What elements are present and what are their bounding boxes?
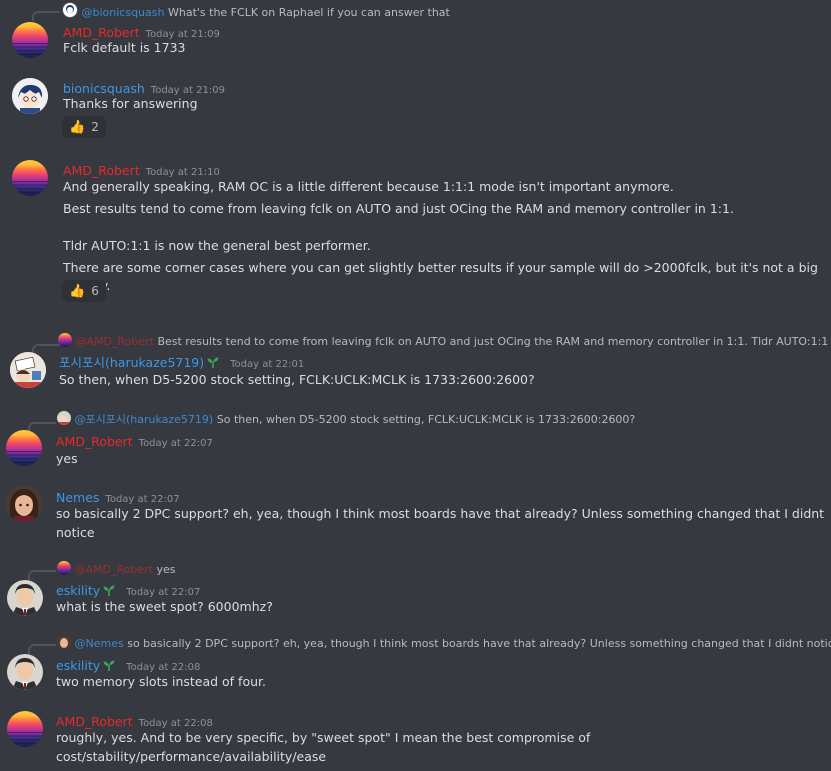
reaction-button[interactable]: 👍 6 xyxy=(62,280,106,302)
reply-avatar xyxy=(62,2,78,18)
author-name[interactable]: AMD_Robert xyxy=(63,163,140,178)
avatar[interactable] xyxy=(7,711,43,747)
message-header: eskility Today at 22:07 xyxy=(56,580,200,599)
message-text: what is the sweet spot? 6000mhz? xyxy=(56,599,273,614)
author-name[interactable]: AMD_Robert xyxy=(56,714,133,729)
author-name[interactable]: AMD_Robert xyxy=(56,434,133,449)
message-line: roughly, yes. And to be very specific, b… xyxy=(56,730,591,745)
avatar[interactable] xyxy=(6,430,42,466)
message-header: Nemes Today at 22:07 xyxy=(56,487,180,506)
avatar[interactable] xyxy=(10,352,46,388)
message-line: cost/stability/performance/availability/… xyxy=(56,749,327,764)
message-text: Fclk default is 1733 xyxy=(63,40,186,55)
message-line: There are some corner cases where you ca… xyxy=(63,260,818,293)
timestamp: Today at 22:01 xyxy=(230,359,305,370)
message-line: notice xyxy=(56,525,95,540)
reply-mention[interactable]: @AMD_Robert xyxy=(75,563,153,576)
timestamp: Today at 22:07 xyxy=(138,438,213,449)
message-text: Thanks for answering xyxy=(63,96,198,111)
reply-connector xyxy=(28,644,56,654)
sprout-badge-icon xyxy=(102,657,116,671)
reply-text: Best results tend to come from leaving f… xyxy=(157,335,831,348)
message-header: 포시포시(harukaze5719) Today at 22:01 xyxy=(59,352,304,371)
message-line: so basically 2 DPC support? eh, yea, tho… xyxy=(56,506,825,521)
author-name[interactable]: 포시포시(harukaze5719) xyxy=(59,355,204,370)
message-header: AMD_Robert Today at 21:10 xyxy=(63,160,220,179)
avatar[interactable] xyxy=(7,654,43,690)
author-name[interactable]: bionicsquash xyxy=(63,81,145,96)
reply-text: yes xyxy=(156,563,176,576)
reaction-button[interactable]: 👍 2 xyxy=(62,116,106,138)
avatar[interactable] xyxy=(12,78,48,114)
avatar[interactable] xyxy=(6,486,42,522)
avatar[interactable] xyxy=(12,22,48,58)
reply-mention[interactable]: @Nemes xyxy=(75,637,124,650)
author-name[interactable]: Nemes xyxy=(56,490,99,505)
thumbs-up-icon: 👍 xyxy=(69,283,86,299)
reply-connector xyxy=(28,570,56,580)
reply-preview[interactable]: @Nemes so basically 2 DPC support? eh, y… xyxy=(57,635,831,650)
author-name[interactable]: AMD_Robert xyxy=(63,25,140,40)
reply-connector xyxy=(32,344,60,354)
timestamp: Today at 22:08 xyxy=(138,718,213,729)
reply-preview[interactable]: @AMD_Robert yes xyxy=(57,561,175,576)
reaction-count: 2 xyxy=(91,120,99,134)
message-text: yes xyxy=(56,451,78,466)
reply-preview[interactable]: @포시포시(harukaze5719) So then, when D5-520… xyxy=(57,411,635,427)
message-text: two memory slots instead of four. xyxy=(56,674,266,689)
reply-mention[interactable]: @AMD_Robert xyxy=(76,335,154,348)
message-header: AMD_Robert Today at 22:07 xyxy=(56,431,213,450)
avatar[interactable] xyxy=(12,160,48,196)
reply-avatar xyxy=(58,333,72,347)
message-header: AMD_Robert Today at 22:08 xyxy=(56,711,213,730)
reply-connector xyxy=(28,422,56,432)
message-text: So then, when D5-5200 stock setting, FCL… xyxy=(59,372,535,387)
reply-avatar xyxy=(57,561,71,575)
avatar[interactable] xyxy=(7,580,43,616)
message-line: And generally speaking, RAM OC is a litt… xyxy=(63,179,674,194)
timestamp: Today at 22:07 xyxy=(105,494,180,505)
message-header: eskility Today at 22:08 xyxy=(56,655,200,674)
reply-mention[interactable]: @포시포시(harukaze5719) xyxy=(75,413,214,426)
timestamp: Today at 21:10 xyxy=(145,167,220,178)
reply-avatar xyxy=(57,411,71,425)
reply-mention[interactable]: @bionicsquash xyxy=(82,6,165,19)
timestamp: Today at 22:07 xyxy=(126,587,201,598)
message-line: Tldr AUTO:1:1 is now the general best pe… xyxy=(63,238,371,253)
author-name[interactable]: eskility xyxy=(56,583,100,598)
reply-text: So then, when D5-5200 stock setting, FCL… xyxy=(216,413,636,426)
thumbs-up-icon: 👍 xyxy=(69,119,86,135)
timestamp: Today at 22:08 xyxy=(126,662,201,673)
reaction-count: 6 xyxy=(91,284,99,298)
message-line: Best results tend to come from leaving f… xyxy=(63,201,734,216)
reply-preview[interactable]: @bionicsquash What's the FCLK on Raphael… xyxy=(62,2,450,19)
reply-text: so basically 2 DPC support? eh, yea, tho… xyxy=(127,637,831,650)
reply-connector xyxy=(32,11,60,21)
reply-avatar xyxy=(57,635,71,649)
author-name[interactable]: eskility xyxy=(56,658,100,673)
reply-text: What's the FCLK on Raphael if you can an… xyxy=(167,6,450,19)
sprout-badge-icon xyxy=(206,354,220,368)
reply-preview[interactable]: @AMD_Robert Best results tend to come fr… xyxy=(58,333,831,348)
sprout-badge-icon xyxy=(102,582,116,596)
